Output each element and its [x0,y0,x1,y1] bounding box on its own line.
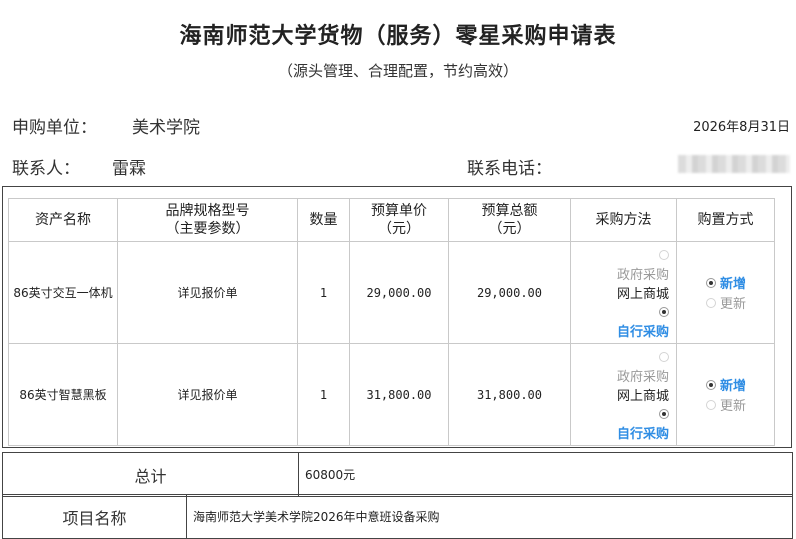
table-header-row: 资产名称 品牌规格型号 （主要参数） 数量 预算单价 （元） 预算总额 （元） … [8,198,775,242]
unit-price-cell: 29,000.00 [349,241,449,344]
unit-price-cell: 31,800.00 [349,343,449,446]
purchase-radio-update[interactable] [706,297,716,308]
col-header-asset: 资产名称 [8,198,118,242]
project-value: 海南师范大学美术学院2026年中意班设备采购 [186,494,793,539]
total-row: 总计 60800元 [2,452,793,497]
col-header-unit-price: 预算单价 （元） [349,198,449,242]
purchase-radio-group: 新增 更新 [678,273,773,313]
purchase-type-cell: 新增 更新 [676,241,775,344]
contact-label: 联系人： [12,159,80,179]
method-cell: 政府采购 网上商城 自行采购 [570,241,677,344]
purchase-option-update: 更新 [720,399,747,414]
method-option-mall: 网上商城 [616,389,669,404]
total-cell: 31,800.00 [448,343,571,446]
purchase-option-new[interactable]: 新增 [720,273,746,292]
qty-cell: 1 [297,343,350,446]
spec-cell: 详见报价单 [117,241,298,344]
form-title: 海南师范大学货物（服务）零星采购申请表 [179,24,617,49]
contact-value: 雷霖 [112,159,146,179]
purchase-option-new[interactable]: 新增 [720,375,746,394]
method-option-gov: 政府采购 [616,370,669,385]
method-radio-gov[interactable] [659,351,669,362]
purchase-radio-new[interactable] [706,379,716,390]
asset-name-cell: 86英寸智慧黑板 [8,343,118,446]
table-row: 86英寸交互一体机 详见报价单 1 29,000.00 29,000.00 政府… [8,241,775,344]
col-header-spec: 品牌规格型号 （主要参数） [117,198,298,242]
summary-table: 总计 60800元 [2,452,793,497]
purchase-radio-new[interactable] [706,277,716,288]
total-cell: 29,000.00 [448,241,571,344]
purchase-type-cell: 新增 更新 [676,343,775,446]
col-header-total: 预算总额 （元） [448,198,571,242]
apply-date: 2026年8月31日 [693,120,790,135]
project-row: 项目名称 海南师范大学美术学院2026年中意班设备采购 [2,494,793,539]
phone-value-redacted [678,155,790,173]
total-label: 总计 [2,452,299,497]
purchase-option-update: 更新 [720,297,747,312]
spec-cell: 详见报价单 [117,343,298,446]
method-option-self[interactable]: 自行采购 [617,321,669,340]
table-row: 86英寸智慧黑板 详见报价单 1 31,800.00 31,800.00 政府采… [8,343,775,446]
method-radio-group: 政府采购 网上商城 自行采购 [572,347,675,442]
col-header-method: 采购方法 [570,198,677,242]
method-option-mall: 网上商城 [616,287,669,302]
method-radio-self[interactable] [659,306,669,317]
col-header-qty: 数量 [297,198,350,242]
method-radio-gov[interactable] [659,249,669,260]
project-label: 项目名称 [2,494,187,539]
total-value: 60800元 [298,452,793,497]
col-header-purchase-type: 购置方式 [676,198,775,242]
qty-cell: 1 [297,241,350,344]
purchase-radio-group: 新增 更新 [678,375,773,415]
method-option-self[interactable]: 自行采购 [617,423,669,442]
project-table: 项目名称 海南师范大学美术学院2026年中意班设备采购 [2,494,793,539]
asset-name-cell: 86英寸交互一体机 [8,241,118,344]
purchase-radio-update[interactable] [706,399,716,410]
form-subtitle: （源头管理、合理配置，节约高效） [277,62,518,80]
items-table: 资产名称 品牌规格型号 （主要参数） 数量 预算单价 （元） 预算总额 （元） … [8,198,775,446]
method-radio-group: 政府采购 网上商城 自行采购 [572,245,675,340]
dept-value: 美术学院 [132,118,200,138]
phone-label: 联系电话： [467,159,552,179]
method-option-gov: 政府采购 [616,268,669,283]
method-cell: 政府采购 网上商城 自行采购 [570,343,677,446]
method-radio-self[interactable] [659,408,669,419]
dept-label: 申购单位： [12,118,97,138]
